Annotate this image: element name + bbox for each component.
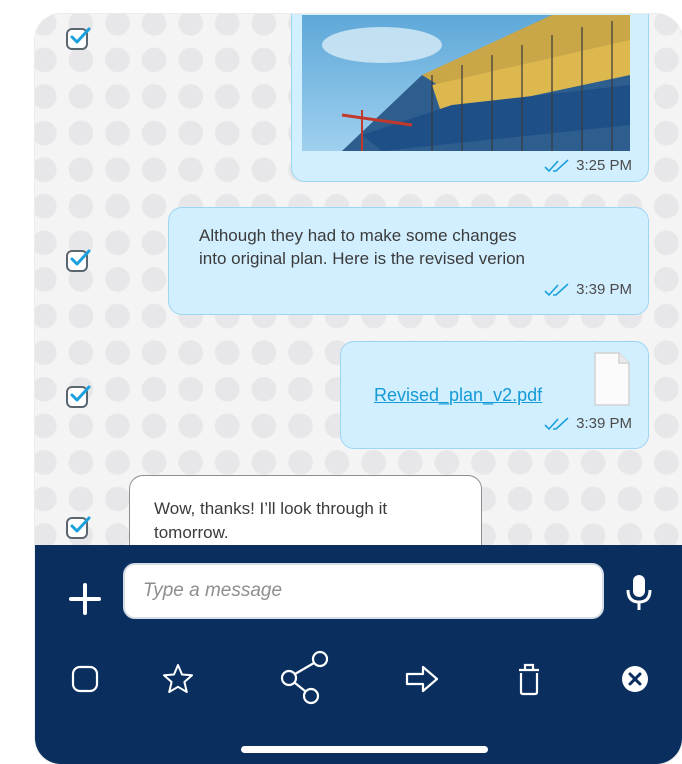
message-meta: 3:39 PM bbox=[544, 281, 632, 298]
message-select-checkbox[interactable] bbox=[66, 249, 91, 272]
message-time: 3:25 PM bbox=[576, 157, 632, 174]
star-icon bbox=[163, 664, 193, 693]
text-message-bubble[interactable]: Although they had to make some changes i… bbox=[168, 207, 649, 315]
message-select-checkbox[interactable] bbox=[66, 516, 91, 539]
file-message-bubble[interactable]: Revised_plan_v2.pdf 3:39 PM bbox=[340, 341, 649, 449]
select-button[interactable] bbox=[63, 657, 107, 701]
double-check-icon bbox=[544, 416, 569, 430]
message-meta: 3:39 PM bbox=[544, 415, 632, 432]
double-check-icon bbox=[544, 158, 569, 172]
share-icon bbox=[280, 650, 329, 705]
add-attachment-button[interactable] bbox=[65, 579, 105, 619]
message-text-line: tomorrow. bbox=[154, 523, 229, 542]
document-icon bbox=[594, 352, 630, 406]
message-input[interactable] bbox=[125, 565, 602, 617]
chat-screen: 3:25 PM Although they had to make some c… bbox=[35, 14, 682, 764]
message-meta: 3:25 PM bbox=[544, 157, 632, 174]
message-time: 3:39 PM bbox=[576, 281, 632, 298]
building-photo[interactable] bbox=[302, 15, 630, 151]
microphone-button[interactable] bbox=[624, 573, 654, 613]
double-check-icon bbox=[544, 282, 569, 296]
close-button[interactable] bbox=[613, 657, 657, 701]
microphone-icon bbox=[626, 575, 652, 610]
delete-button[interactable] bbox=[507, 657, 551, 701]
star-button[interactable] bbox=[156, 657, 200, 701]
square-icon bbox=[71, 665, 99, 693]
bottom-bar bbox=[35, 545, 682, 764]
message-text-line: Although they had to make some changes bbox=[199, 226, 517, 245]
forward-button[interactable] bbox=[400, 657, 444, 701]
trash-icon bbox=[519, 663, 539, 696]
file-link[interactable]: Revised_plan_v2.pdf bbox=[374, 385, 542, 406]
close-icon bbox=[622, 666, 648, 692]
message-select-checkbox[interactable] bbox=[66, 27, 91, 50]
image-message-bubble[interactable]: 3:25 PM bbox=[291, 14, 649, 182]
message-select-checkbox[interactable] bbox=[66, 385, 91, 408]
home-indicator bbox=[241, 746, 488, 753]
share-button[interactable] bbox=[277, 647, 333, 707]
message-input-wrapper[interactable] bbox=[123, 563, 604, 619]
message-text-line: into original plan. Here is the revised … bbox=[199, 249, 526, 268]
forward-icon bbox=[405, 665, 439, 693]
message-text-line: Wow, thanks! I’ll look through it bbox=[154, 499, 388, 518]
plus-icon bbox=[69, 583, 101, 615]
message-time: 3:39 PM bbox=[576, 415, 632, 432]
